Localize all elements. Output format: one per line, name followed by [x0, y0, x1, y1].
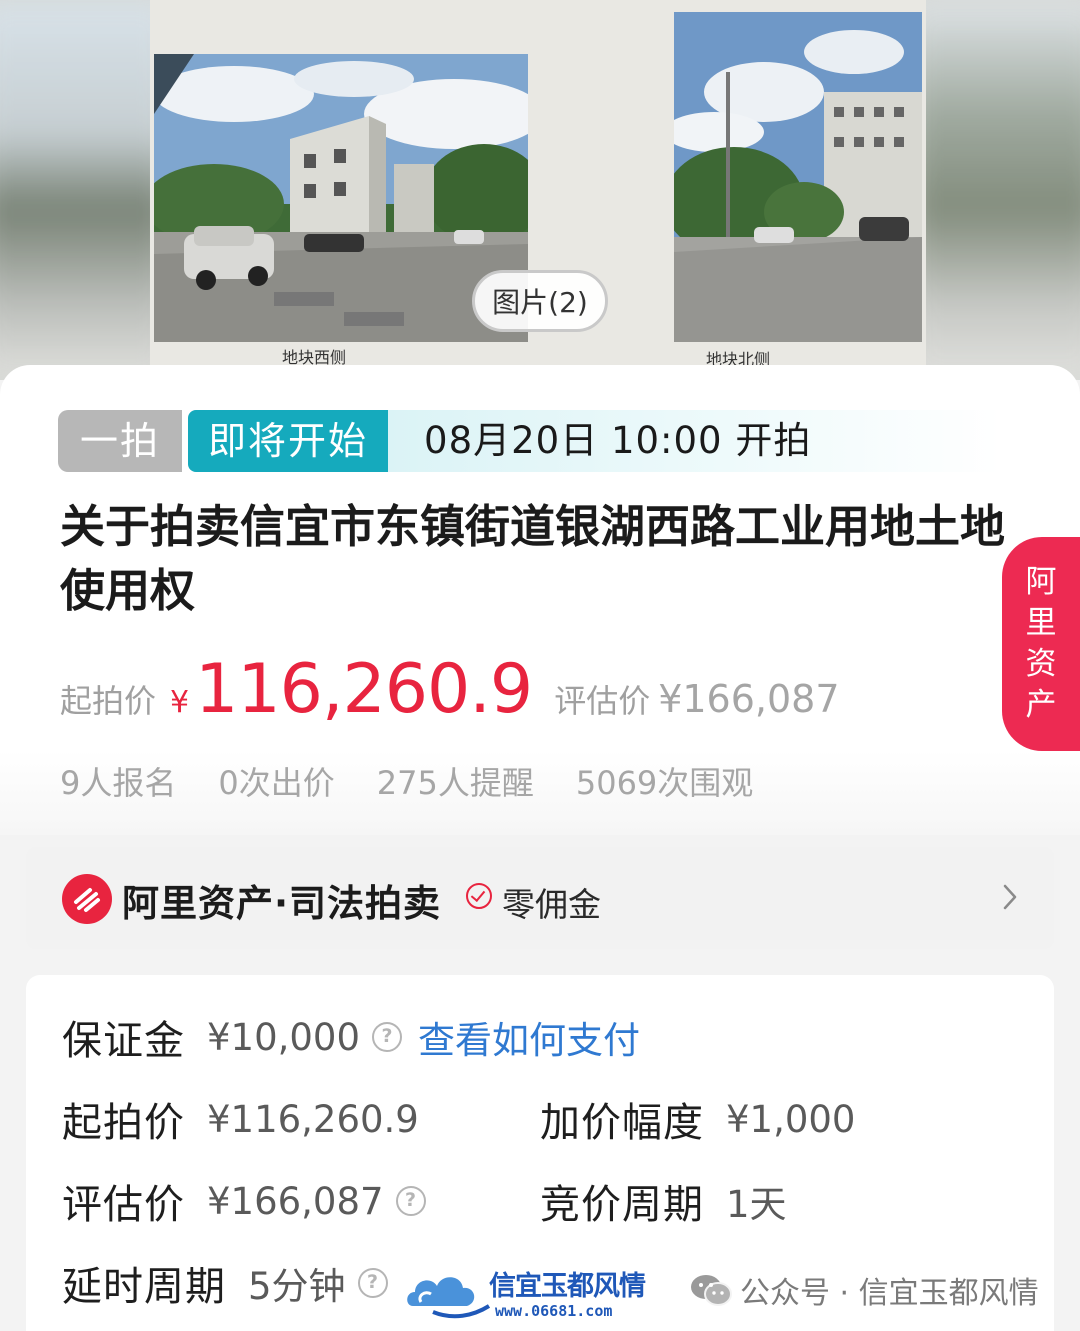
- side-tab-char: 资: [1025, 646, 1057, 682]
- side-tab-char: 阿: [1025, 564, 1057, 600]
- bidding-period-value: 1天: [726, 1183, 787, 1226]
- status-row: 一拍 即将开始 08月20日 10:00 开拍: [58, 410, 1002, 472]
- site-watermark-name: 信宜玉都风情: [489, 1271, 646, 1302]
- zero-commission-badge: 零佣金: [502, 885, 601, 924]
- help-icon[interactable]: ?: [357, 1268, 388, 1298]
- deposit-value: ¥10,000: [207, 1015, 361, 1059]
- wechat-account-label: 公众号 · 信宜玉都风情: [740, 1276, 1039, 1311]
- deposit-label: 保证金: [62, 1018, 185, 1064]
- side-tab-char: 里: [1025, 605, 1057, 641]
- chevron-right-icon[interactable]: [1002, 883, 1018, 911]
- appraised-price-label: 评估价: [554, 682, 651, 720]
- appraised-price-value: ¥166,087: [658, 677, 840, 721]
- starting-price-label: 起拍价: [60, 682, 157, 720]
- ali-assets-side-tab[interactable]: 阿 里 资 产: [1002, 537, 1080, 751]
- currency-symbol: ¥: [170, 685, 190, 720]
- blurred-backdrop-right: [910, 0, 1080, 380]
- site-photo-north: [674, 12, 922, 342]
- side-tab-char: 产: [1025, 687, 1057, 723]
- starting-price-value: 116,260.9: [195, 650, 533, 729]
- auction-summary-card: 一拍 即将开始 08月20日 10:00 开拍 关于拍卖信宜市东镇街道银湖西路工…: [0, 365, 1080, 835]
- platform-info-bar[interactable]: 阿里资产·司法拍卖 零佣金: [26, 847, 1054, 949]
- photo-carousel[interactable]: 地块西侧 地块北侧 图片(2): [0, 0, 1080, 380]
- wechat-icon: [691, 1275, 732, 1306]
- bidding-period-row: 竞价周期 1天: [540, 1171, 787, 1231]
- help-icon[interactable]: ?: [395, 1186, 426, 1216]
- stat-registrations: 9人报名: [60, 764, 177, 802]
- auction-round-tag: 一拍: [58, 410, 183, 472]
- detail-appraise-value: ¥166,087: [207, 1179, 384, 1223]
- site-watermark-url: www.06681.com: [495, 1302, 613, 1320]
- detail-appraise-label: 评估价: [62, 1182, 185, 1228]
- delay-period-value: 5分钟: [248, 1265, 346, 1308]
- deposit-row: 保证金 ¥10,000 ? 查看如何支付: [62, 1007, 640, 1067]
- auction-stats: 9人报名 0次出价 275人提醒 5069次围观: [60, 758, 795, 804]
- bidding-period-label: 竞价周期: [540, 1182, 704, 1228]
- detail-start-price-label: 起拍价: [62, 1100, 185, 1146]
- site-watermark: 信宜玉都风情 www.06681.com: [403, 1262, 675, 1328]
- help-icon[interactable]: ?: [372, 1022, 403, 1052]
- increment-label: 加价幅度: [540, 1100, 704, 1146]
- price-row: 起拍价 ¥ 116,260.9 评估价 ¥166,087: [60, 650, 840, 730]
- detail-start-price-value: ¥116,260.9: [207, 1097, 419, 1141]
- blurred-backdrop-left: [0, 0, 170, 380]
- start-price-row: 起拍价 ¥116,260.9: [62, 1089, 419, 1149]
- increment-value: ¥1,000: [726, 1097, 856, 1141]
- wechat-watermark: 公众号 · 信宜玉都风情: [690, 1268, 1039, 1312]
- auction-start-time: 08月20日 10:00 开拍: [388, 410, 1002, 472]
- auction-status-tag: 即将开始: [188, 410, 389, 472]
- how-to-pay-link[interactable]: 查看如何支付: [418, 1010, 640, 1064]
- stat-bids: 0次出价: [218, 764, 335, 802]
- image-pager-badge[interactable]: 图片(2): [472, 270, 608, 332]
- ali-assets-logo-icon: [62, 874, 112, 924]
- delay-period-row: 延时周期 5分钟 ?: [62, 1253, 388, 1313]
- increment-row: 加价幅度 ¥1,000: [540, 1089, 855, 1149]
- cloud-logo-icon: [407, 1277, 491, 1319]
- stat-views: 5069次围观: [575, 764, 754, 802]
- check-circle-icon: [466, 883, 492, 909]
- platform-name: 阿里资产·司法拍卖: [122, 882, 442, 925]
- stat-reminders: 275人提醒: [376, 764, 534, 802]
- appraise-row: 评估价 ¥166,087 ?: [62, 1171, 426, 1231]
- delay-period-label: 延时周期: [62, 1264, 226, 1310]
- lot-title: 关于拍卖信宜市东镇街道银湖西路工业用地土地使用权: [60, 500, 1006, 617]
